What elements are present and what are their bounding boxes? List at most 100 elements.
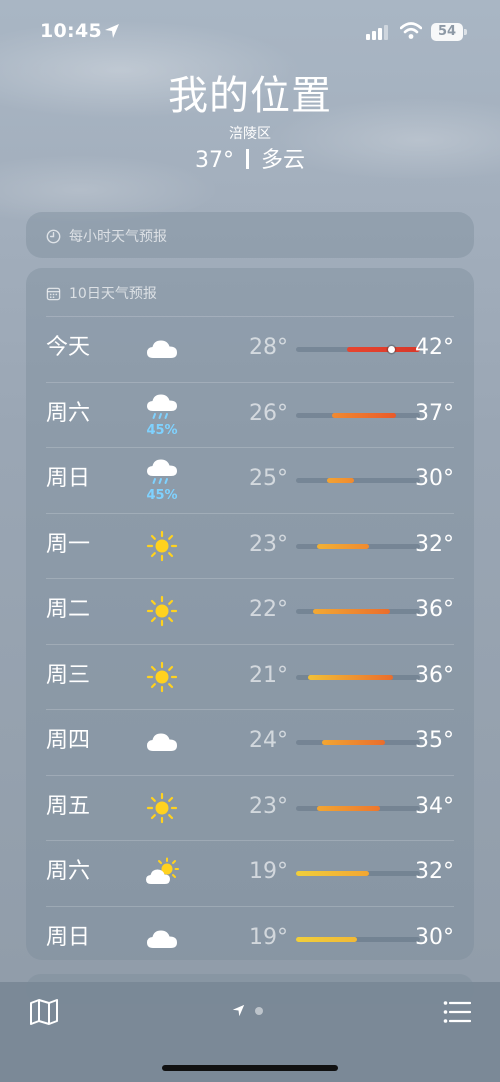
low-temperature: 25° [249,466,288,491]
low-temperature: 26° [249,400,288,426]
forecast-row[interactable]: 周四 24° 35° [46,709,454,775]
forecast-row[interactable]: 周三 21° 36° [46,643,454,710]
calendar-icon [46,287,61,300]
wifi-icon [400,22,422,39]
high-temperature: 32° [415,531,454,557]
high-temperature: 42° [415,335,454,360]
sun-icon [144,659,180,695]
current-condition: 多云 [260,148,305,173]
current-temperature: 37° [194,148,234,173]
forecast-day: 周六 [46,859,91,884]
rain-icon [144,389,180,425]
forecast-day: 周二 [46,597,91,622]
hourly-forecast-card[interactable]: 每小时天气预报 [26,212,474,258]
forecast-day: 今天 [46,335,91,360]
rain-icon [144,454,180,490]
location-arrow-icon [105,24,119,38]
high-temperature: 36° [415,597,454,622]
temperature-range-fill [327,478,355,483]
forecast-day: 周三 [46,662,91,688]
temperature-range-fill [331,412,397,418]
bottom-toolbar [0,982,500,1082]
temperature-range-bar [296,740,420,745]
battery-tip [464,29,467,35]
temperature-range-bar [296,674,420,680]
forecast-day: 周日 [46,466,91,491]
sun-icon [144,790,180,826]
location-name: 涪陵区 [229,126,271,142]
temperature-range-fill [317,805,381,811]
temperature-range-bar [296,936,420,942]
forecast-day: 周五 [46,793,91,819]
cellular-signal-icon [366,25,388,40]
map-icon[interactable] [29,998,59,1026]
temperature-range-fill [296,936,357,942]
temperature-range-fill [317,543,370,549]
current-conditions: 37° 多云 [0,146,500,176]
cloud-icon [144,331,180,367]
precipitation-chance: 45% [146,422,178,438]
forecast-row[interactable]: 周六 45% 26° 37° [46,381,454,448]
high-temperature: 34° [415,793,454,819]
temperature-range-fill [322,740,386,745]
list-icon[interactable] [443,1000,471,1024]
high-temperature: 36° [415,662,454,688]
forecast-row[interactable]: 今天 28° 42° [46,316,454,382]
low-temperature: 23° [249,531,288,557]
low-temperature: 21° [249,662,288,688]
high-temperature: 37° [415,400,454,426]
cloud-icon [144,724,180,760]
low-temperature: 24° [249,728,288,753]
daily-forecast-card[interactable]: 10日天气预报 今天 28° 42° 周六 45% 26° 37° 周日 45% 25° 30° 周一… [26,268,474,960]
forecast-row[interactable]: 周一 23° 32° [46,512,454,579]
forecast-day: 周四 [46,728,91,753]
current-temperature-dot [387,346,395,353]
location-page-icon[interactable] [232,1004,245,1017]
temperature-range-bar [296,478,420,483]
hourly-forecast-header: 每小时天气预报 [46,226,167,246]
temperature-range-bar [296,871,420,876]
battery-indicator: 54 [431,23,463,41]
temperature-range-fill [313,609,391,614]
page-title: 我的位置 [168,73,332,119]
low-temperature: 28° [249,335,288,360]
temperature-range-fill [308,674,393,680]
forecast-row[interactable]: 周五 23° 34° [46,774,454,841]
low-temperature: 19° [249,859,288,884]
weather-header: 我的位置 涪陵区 37° 多云 [0,70,500,176]
status-bar: 10:45 54 [0,0,500,60]
home-indicator[interactable] [162,1065,338,1071]
temperature-range-bar [296,543,420,549]
daily-forecast-list: 今天 28° 42° 周六 45% 26° 37° 周日 45% 25° 30° 周一 23° 32° 周二… [46,316,454,971]
temperature-range-bar [296,609,420,614]
temperature-range-bar [296,412,420,418]
daily-forecast-title: 10日天气预报 [69,286,157,302]
high-temperature: 32° [415,859,454,884]
forecast-day: 周六 [46,400,91,426]
status-time: 10:45 [40,20,102,42]
temperature-range-fill [296,871,370,876]
hourly-forecast-title: 每小时天气预报 [69,229,167,245]
low-temperature: 19° [249,924,288,950]
temperature-range-bar [296,805,420,811]
high-temperature: 30° [415,924,454,950]
page-indicator[interactable] [232,1004,263,1017]
daily-forecast-header: 10日天气预报 [46,283,157,303]
page-dot[interactable] [255,1006,263,1015]
sun-icon [144,528,180,564]
forecast-day: 周一 [46,531,91,557]
precipitation-chance: 45% [146,488,178,503]
clock-icon [46,229,61,243]
forecast-row[interactable]: 周日 45% 25° 30° [46,447,454,513]
high-temperature: 30° [415,466,454,491]
forecast-row[interactable]: 周六 19° 32° [46,840,454,906]
forecast-row[interactable]: 周日 19° 30° [46,905,454,972]
forecast-row[interactable]: 周二 22° 36° [46,578,454,644]
temperature-range-bar [296,346,420,353]
forecast-day: 周日 [46,924,91,950]
sun-icon [144,593,180,629]
partly-cloudy-icon [144,855,180,891]
separator [245,149,249,169]
low-temperature: 22° [249,597,288,622]
cloud-icon [144,921,180,957]
